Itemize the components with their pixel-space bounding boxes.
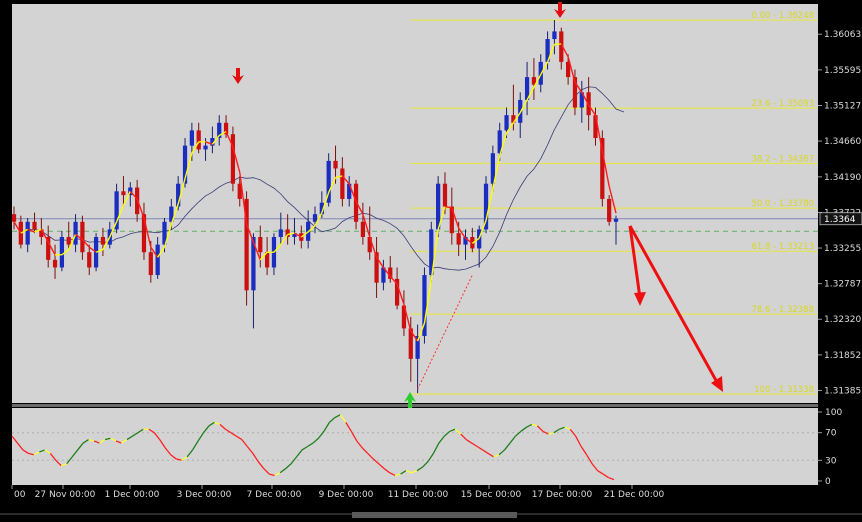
y-axis-tick-label: 1.34660	[824, 137, 861, 147]
bullish-candle	[312, 214, 318, 222]
trading-chart: 0.00 - 1.36248 23.6 - 1.35093 38.2 - 1.343…	[0, 0, 862, 518]
fib-level-label: 38.2 - 1.34367	[751, 154, 814, 164]
indicator-y-tick-label: 30	[825, 456, 837, 466]
price-panel-background	[12, 4, 818, 403]
bearish-candle	[52, 259, 58, 268]
indicator-y-tick-label: 100	[825, 408, 842, 418]
x-axis-tick-label: 27 Nov 00:00	[35, 490, 96, 500]
chart-svg: 0.00 - 1.36248 23.6 - 1.35093 38.2 - 1.343…	[0, 2, 862, 518]
y-axis-tick-label: 1.34190	[824, 173, 861, 183]
bearish-candle	[456, 233, 461, 245]
bearish-candle	[230, 134, 236, 184]
y-axis-tick-label: 1.31852	[824, 351, 861, 361]
fib-level-label: 100 - 1.31338	[754, 385, 814, 395]
bullish-candle	[73, 221, 78, 245]
bearish-candle	[333, 160, 338, 169]
bearish-candle	[148, 252, 153, 276]
current-price-tag-label: 1.3364	[824, 215, 856, 225]
bearish-candle	[100, 237, 106, 245]
bearish-candle	[121, 191, 126, 196]
bullish-candle	[504, 115, 509, 131]
bearish-candle	[80, 221, 85, 253]
y-axis-tick-label: 1.31385	[824, 386, 861, 396]
fib-level-label: 0.00 - 1.36248	[751, 11, 814, 21]
horizontal-scrollbar-thumb	[352, 512, 517, 518]
fib-level-label: 61.8 - 1.33213	[751, 242, 814, 252]
bullish-candle	[189, 130, 194, 146]
x-axis-tick-label: 11 Dec 00:00	[388, 490, 449, 500]
bearish-candle	[340, 168, 345, 199]
y-axis-tick-label: 1.35595	[824, 66, 861, 76]
bullish-candle	[155, 244, 160, 276]
x-axis-tick-label: 21 Dec 00:00	[604, 490, 665, 500]
indicator-y-tick-label: 70	[825, 429, 837, 439]
y-axis-tick-label: 1.36063	[824, 30, 861, 40]
bearish-candle	[87, 252, 92, 268]
bullish-candle	[59, 237, 65, 268]
x-axis-tick-label: 7 Dec 00:00	[247, 490, 302, 500]
bullish-candle	[278, 229, 283, 238]
bearish-candle	[32, 221, 37, 230]
y-axis-tick-label: 1.35127	[824, 102, 861, 112]
x-axis-tick-label: 9 Dec 00:00	[319, 490, 374, 500]
bullish-candle	[552, 31, 557, 40]
x-axis-tick-label: 17 Dec 00:00	[532, 490, 593, 500]
bearish-candle	[66, 237, 71, 245]
fib-level-label: 78.6 - 1.32388	[751, 305, 814, 315]
fib-level-label: 23.6 - 1.35093	[751, 99, 814, 109]
indicator-y-tick-label: 0	[825, 477, 831, 487]
x-axis-tick-label: 00	[14, 490, 26, 500]
bearish-candle	[442, 183, 448, 207]
bearish-candle	[11, 214, 17, 222]
x-axis-tick-label: 3 Dec 00:00	[177, 490, 232, 500]
bearish-candle	[258, 237, 263, 253]
y-axis-tick-label: 1.32320	[824, 315, 861, 325]
bullish-candle	[203, 145, 208, 150]
x-axis-tick-label: 1 Dec 00:00	[105, 490, 160, 500]
indicator-panel-background	[12, 408, 818, 485]
bullish-candle	[613, 218, 619, 222]
y-axis-tick-label: 1.33255	[824, 244, 861, 254]
bearish-candle	[196, 130, 201, 150]
bearish-candle	[607, 198, 612, 222]
bearish-candle	[360, 221, 366, 238]
y-axis-tick-label: 1.32787	[824, 280, 861, 290]
bullish-candle	[25, 221, 30, 245]
fib-level-label: 50.0 - 1.33780	[751, 199, 814, 209]
x-axis-tick-label: 15 Dec 00:00	[461, 490, 522, 500]
